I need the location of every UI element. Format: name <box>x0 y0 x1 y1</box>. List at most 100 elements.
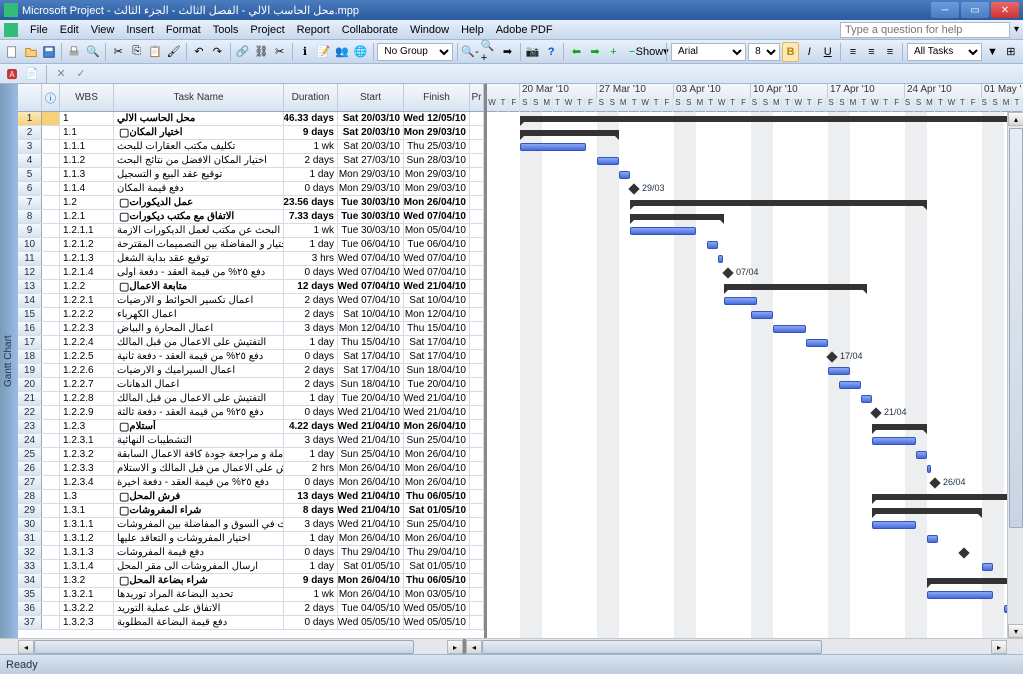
task-row[interactable]: 21.1اختيار المكان▢9 daysSat 20/03/10Mon … <box>18 126 484 140</box>
task-row[interactable]: 221.2.2.9دفع ٢٥% من قيمة العقد - دفعة ثا… <box>18 406 484 420</box>
task-bar[interactable] <box>927 465 931 473</box>
task-row[interactable]: 161.2.2.3اعمال المحارة و البياض3 daysMon… <box>18 322 484 336</box>
task-bar[interactable] <box>773 325 806 333</box>
task-bar[interactable] <box>872 437 916 445</box>
bold-button[interactable]: B <box>782 42 799 62</box>
gantt-hscroll-thumb[interactable] <box>482 640 822 654</box>
milestone-icon[interactable] <box>958 547 969 558</box>
minimize-button[interactable]: ─ <box>931 2 959 18</box>
font-name-select[interactable]: Arial <box>671 43 746 61</box>
task-row[interactable]: 261.2.3.3التفتيش على الاعمال من قبل الما… <box>18 462 484 476</box>
task-row[interactable]: 351.3.2.1تحديد البضاعة المراد توريدها1 w… <box>18 588 484 602</box>
scroll-down-button[interactable]: ▾ <box>1008 624 1023 638</box>
task-row[interactable]: 191.2.2.6اعمال السيراميك و الارضيات2 day… <box>18 364 484 378</box>
autofilter-button[interactable]: ▼ <box>984 42 1000 62</box>
col-duration[interactable]: Duration <box>284 84 338 111</box>
format-painter-button[interactable]: 🖌 <box>165 42 181 62</box>
task-row[interactable]: 281.3فرش المحل▢13 daysWed 21/04/10Thu 06… <box>18 490 484 504</box>
gantt-body[interactable]: 29/0307/0417/0421/0426/04 <box>487 112 1023 638</box>
show-subtasks-button[interactable]: + <box>605 42 621 62</box>
vscroll-thumb[interactable] <box>1009 128 1023 528</box>
task-bar[interactable] <box>927 591 993 599</box>
task-info-button[interactable]: ℹ <box>297 42 313 62</box>
unlink-tasks-button[interactable]: ⛓ <box>253 42 269 62</box>
task-row[interactable]: 231.2.3أستلام▢4.22 daysWed 21/04/10Mon 2… <box>18 420 484 434</box>
task-row[interactable]: 321.3.1.3دفع قيمة المفروشات0 daysThu 29/… <box>18 546 484 560</box>
italic-button[interactable]: I <box>801 42 817 62</box>
redo-button[interactable]: ↷ <box>209 42 225 62</box>
task-row[interactable]: 311.3.1.2اختيار المفروشات و التعاقد عليه… <box>18 532 484 546</box>
col-wbs[interactable]: WBS <box>60 84 114 111</box>
task-row[interactable]: 61.1.4دفع قيمة المكان0 daysMon 29/03/10M… <box>18 182 484 196</box>
task-row[interactable]: 181.2.2.5دفع ٢٥% من قيمة العقد - دفعة ثا… <box>18 350 484 364</box>
paste-button[interactable]: 📋 <box>147 42 163 62</box>
cut-button[interactable]: ✂ <box>110 42 126 62</box>
summary-bar[interactable] <box>724 284 867 290</box>
zoom-in-button[interactable]: 🔍+ <box>481 42 497 62</box>
task-row[interactable]: 121.2.1.4دفع ٢٥% من قيمة العقد - دفعة او… <box>18 266 484 280</box>
menu-collaborate[interactable]: Collaborate <box>336 22 404 38</box>
new-button[interactable] <box>4 42 20 62</box>
summary-bar[interactable] <box>872 508 982 514</box>
gantt-vscrollbar[interactable]: ▴ ▾ <box>1007 112 1023 638</box>
accept-icon[interactable]: ✓ <box>73 66 89 82</box>
menu-view[interactable]: View <box>85 22 121 38</box>
task-bar[interactable] <box>916 451 927 459</box>
close-button[interactable]: ✕ <box>991 2 1019 18</box>
split-task-button[interactable]: ✂ <box>271 42 287 62</box>
help-dropdown[interactable]: ▾ <box>1014 24 1019 35</box>
menu-project[interactable]: Project <box>244 22 290 38</box>
task-row[interactable]: 131.2.2متابعة الاعمال▢12 daysWed 07/04/1… <box>18 280 484 294</box>
cancel-icon[interactable]: ✕ <box>53 66 69 82</box>
show-dropdown[interactable]: Show▾ <box>642 42 662 62</box>
task-row[interactable]: 241.2.3.1التشطيبات النهائية3 daysWed 21/… <box>18 434 484 448</box>
milestone-icon[interactable] <box>628 183 639 194</box>
task-bar[interactable] <box>707 241 718 249</box>
col-predecessors[interactable]: Pr <box>470 84 484 111</box>
task-bar[interactable] <box>597 157 619 165</box>
task-row[interactable]: 331.3.1.4ارسال المفروشات الى مقر المحل1 … <box>18 560 484 574</box>
milestone-icon[interactable] <box>722 267 733 278</box>
summary-bar[interactable] <box>630 214 724 220</box>
pdf-convert-icon[interactable]: 📄 <box>24 66 40 82</box>
summary-bar[interactable] <box>872 424 927 430</box>
summary-bar[interactable] <box>630 200 927 206</box>
task-bar[interactable] <box>630 227 696 235</box>
open-button[interactable] <box>22 42 38 62</box>
help-search-input[interactable] <box>840 22 1010 38</box>
task-row[interactable]: 71.2عمل الديكورات▢23.56 daysTue 30/03/10… <box>18 196 484 210</box>
pdf-icon[interactable]: 🅰 <box>4 66 20 82</box>
copy-picture-button[interactable]: 📷 <box>525 42 541 62</box>
outdent-button[interactable]: ⬅ <box>568 42 584 62</box>
underline-button[interactable]: U <box>819 42 835 62</box>
task-row[interactable]: 31.1.1تكليف مكتب العقارات للبحث1 wkSat 2… <box>18 140 484 154</box>
view-bar-gantt[interactable]: Gantt Chart <box>0 84 18 638</box>
sheet-scroll-right[interactable]: ▸ <box>447 640 463 654</box>
task-bar[interactable] <box>619 171 630 179</box>
task-row[interactable]: 41.1.2اختيار المكان الافضل من نتائج البح… <box>18 154 484 168</box>
task-bar[interactable] <box>828 367 850 375</box>
task-bar[interactable] <box>806 339 828 347</box>
align-right-button[interactable]: ≡ <box>882 42 898 62</box>
task-row[interactable]: 371.3.2.3دفع قيمة البضاعة المطلوبة0 days… <box>18 616 484 630</box>
task-bar[interactable] <box>751 311 773 319</box>
font-size-select[interactable]: 8 <box>748 43 780 61</box>
task-row[interactable]: 171.2.2.4التفتيش على الاعمال من قبل الما… <box>18 336 484 350</box>
task-bar[interactable] <box>724 297 757 305</box>
col-taskname[interactable]: Task Name <box>114 84 284 111</box>
menu-file[interactable]: File <box>24 22 54 38</box>
menu-help[interactable]: Help <box>455 22 490 38</box>
help-button[interactable]: ? <box>543 42 559 62</box>
task-row[interactable]: 81.2.1الاتفاق مع مكتب ديكورات▢7.33 daysT… <box>18 210 484 224</box>
task-bar[interactable] <box>839 381 861 389</box>
sheet-hscroll-thumb[interactable] <box>34 640 414 654</box>
task-row[interactable]: 51.1.3توقيع عقد البيع و التسجيل1 dayMon … <box>18 168 484 182</box>
menu-tools[interactable]: Tools <box>207 22 245 38</box>
task-row[interactable]: 101.2.1.2الاختيار و المفاضلة بين التصميم… <box>18 238 484 252</box>
task-row[interactable]: 251.2.3.2نظافة شاملة و مراجعة جودة كافة … <box>18 448 484 462</box>
group-select[interactable]: No Group <box>377 43 452 61</box>
gantt-chart[interactable]: WTFSSMTWTFSSMTWTFSSMTWTFSSMTWTFSSMTWTFSS… <box>484 84 1023 638</box>
gantt-scroll-left[interactable]: ◂ <box>466 640 482 654</box>
link-tasks-button[interactable]: 🔗 <box>234 42 250 62</box>
menu-edit[interactable]: Edit <box>54 22 85 38</box>
